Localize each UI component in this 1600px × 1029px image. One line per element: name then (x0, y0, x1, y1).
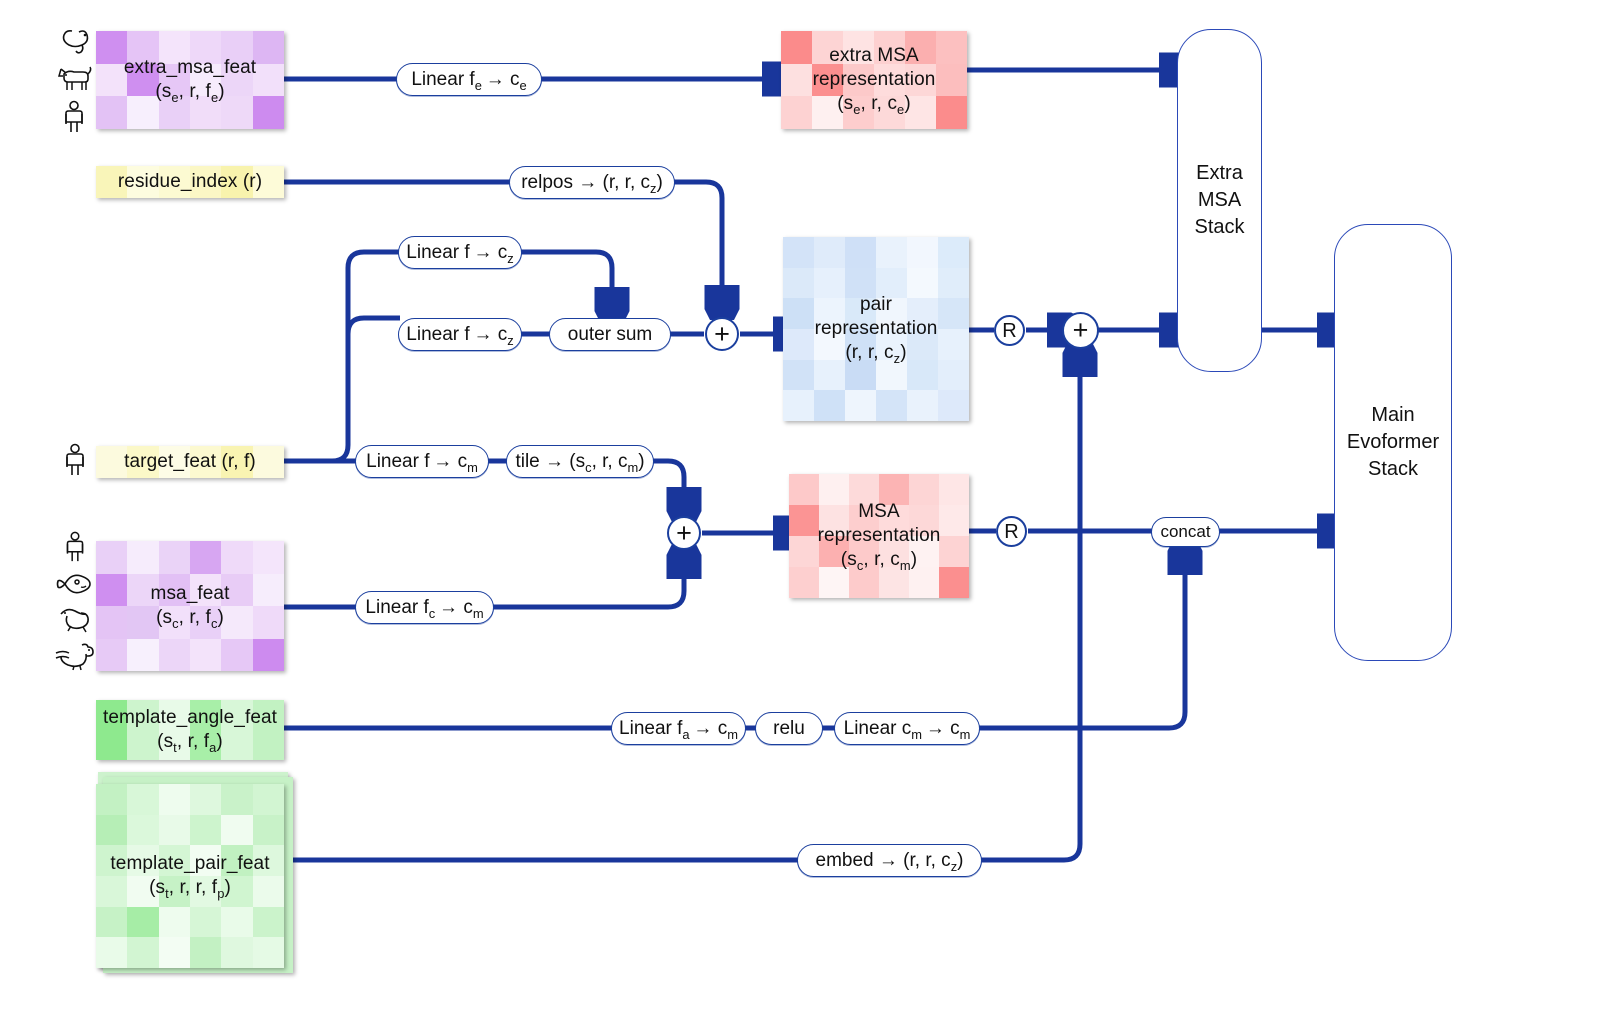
stack-label: Main Evoformer Stack (1346, 404, 1440, 480)
plus-icon: + (714, 318, 730, 349)
op-relpos[interactable]: relpos → (r, r, cz) (509, 166, 675, 199)
op-embed[interactable]: embed → (r, r, cz) (797, 844, 982, 877)
feature-shape: (st, r, r, fp) (149, 877, 231, 901)
organism-icons-extra-msa (52, 26, 96, 134)
op-label: relpos → (r, r, cz) (521, 171, 663, 196)
feature-tile-residue-index: residue_index (r) (96, 166, 284, 198)
main-evoformer-stack[interactable]: Main Evoformer Stack (1334, 224, 1452, 661)
chicken-icon (55, 643, 94, 671)
representation-line1: extra MSA (829, 45, 919, 67)
representation-line1: MSA (858, 501, 900, 523)
op-label: Linear fc → cm (365, 596, 484, 621)
op-label: outer sum (567, 323, 653, 345)
add-node-pair: + (705, 317, 739, 351)
feature-shape: (st, r, fa) (157, 731, 223, 755)
representation-caption: extra MSA representation (se, r, ce) (781, 31, 967, 129)
representation-line1: pair (859, 294, 893, 316)
representation-tile-msa: MSA representation (sc, r, cm) (789, 474, 969, 598)
op-outer-sum[interactable]: outer sum (549, 318, 671, 351)
op-label: concat (1160, 522, 1211, 541)
op-linear-fc-cm[interactable]: Linear fc → cm (355, 591, 494, 624)
fish-icon (56, 574, 91, 594)
op-linear-fa-cm[interactable]: Linear fa → cm (611, 712, 746, 745)
stack-label: Extra MSA Stack (1194, 162, 1245, 238)
feature-name: extra_msa_feat (123, 57, 257, 79)
representation-line2: representation (814, 318, 938, 340)
op-linear-f-cz-top[interactable]: Linear f → cz (398, 236, 522, 269)
op-label: Linear fa → cm (619, 717, 738, 742)
op-linear-fe-ce[interactable]: Linear fe → ce (396, 63, 542, 96)
feature-name: template_pair_feat (110, 853, 270, 875)
plus-icon: + (1072, 315, 1089, 345)
representation-tile-pair: pair representation (r, r, cz) (783, 237, 969, 421)
diagram-canvas: extra_msa_feat (se, r, fe) residue_index… (0, 0, 1600, 1029)
op-label: Linear f → cz (406, 323, 514, 348)
feature-tile-caption: template_angle_feat (st, r, fa) (96, 700, 284, 760)
op-label: tile → (sc, r, cm) (515, 450, 645, 475)
human-icon (66, 443, 84, 475)
feature-name: template_angle_feat (102, 707, 278, 729)
feature-tile-caption: target_feat (r, f) (96, 446, 284, 478)
feature-shape: (se, r, fe) (155, 81, 225, 105)
op-label: embed → (r, r, cz) (815, 849, 964, 874)
plus-icon: + (676, 517, 692, 548)
feature-name: msa_feat (150, 583, 230, 605)
human-icon (66, 531, 84, 562)
op-label: Linear fe → ce (411, 68, 527, 93)
op-linear-f-cm[interactable]: Linear f → cm (355, 445, 489, 478)
op-linear-cm-cm[interactable]: Linear cm → cm (834, 712, 980, 745)
human-icon (65, 100, 83, 132)
rabbit-icon (60, 609, 89, 633)
feature-tile-caption: residue_index (r) (96, 166, 284, 198)
representation-line2: representation (812, 69, 936, 91)
representation-shape: (r, r, cz) (845, 341, 907, 366)
representation-caption: pair representation (r, r, cz) (783, 237, 969, 421)
representation-shape: (se, r, ce) (837, 92, 911, 117)
worm-icon (62, 30, 89, 54)
feature-shape: (sc, r, fc) (156, 607, 224, 631)
feature-name: residue_index (r) (117, 171, 263, 193)
op-concat[interactable]: concat (1151, 517, 1220, 547)
representation-caption: MSA representation (sc, r, cm) (789, 474, 969, 598)
recycle-node-pair: R (994, 315, 1025, 346)
feature-tile-template-pair-feat: template_pair_feat (st, r, r, fp) (96, 784, 284, 968)
recycle-label: R (1002, 319, 1017, 342)
organism-icons-msa (52, 531, 98, 671)
op-linear-f-cz-bottom[interactable]: Linear f → cz (398, 318, 522, 351)
feature-tile-target-feat: target_feat (r, f) (96, 446, 284, 478)
feature-tile-msa-feat: msa_feat (sc, r, fc) (96, 541, 284, 671)
recycle-node-msa: R (996, 516, 1027, 547)
representation-line2: representation (817, 525, 941, 547)
dog-icon (58, 66, 92, 90)
representation-tile-extra-msa: extra MSA representation (se, r, ce) (781, 31, 967, 129)
feature-tile-extra-msa-feat: extra_msa_feat (se, r, fe) (96, 31, 284, 129)
feature-tile-caption: extra_msa_feat (se, r, fe) (96, 31, 284, 129)
op-relu[interactable]: relu (755, 712, 823, 745)
feature-tile-template-angle-feat: template_angle_feat (st, r, fa) (96, 700, 284, 760)
recycle-label: R (1004, 520, 1019, 543)
op-label: Linear cm → cm (843, 717, 971, 742)
op-label: relu (773, 717, 805, 739)
representation-shape: (sc, r, cm) (840, 548, 918, 573)
op-tile[interactable]: tile → (sc, r, cm) (506, 445, 654, 478)
feature-name: target_feat (r, f) (124, 451, 256, 473)
add-node-msa: + (667, 516, 701, 550)
feature-tile-caption: msa_feat (sc, r, fc) (96, 541, 284, 671)
add-node-template: + (1062, 312, 1099, 349)
op-label: Linear f → cm (366, 450, 478, 475)
feature-tile-caption: template_pair_feat (st, r, r, fp) (96, 784, 284, 968)
extra-msa-stack[interactable]: Extra MSA Stack (1177, 29, 1262, 372)
op-label: Linear f → cz (406, 241, 514, 266)
organism-icons-target (58, 443, 92, 479)
